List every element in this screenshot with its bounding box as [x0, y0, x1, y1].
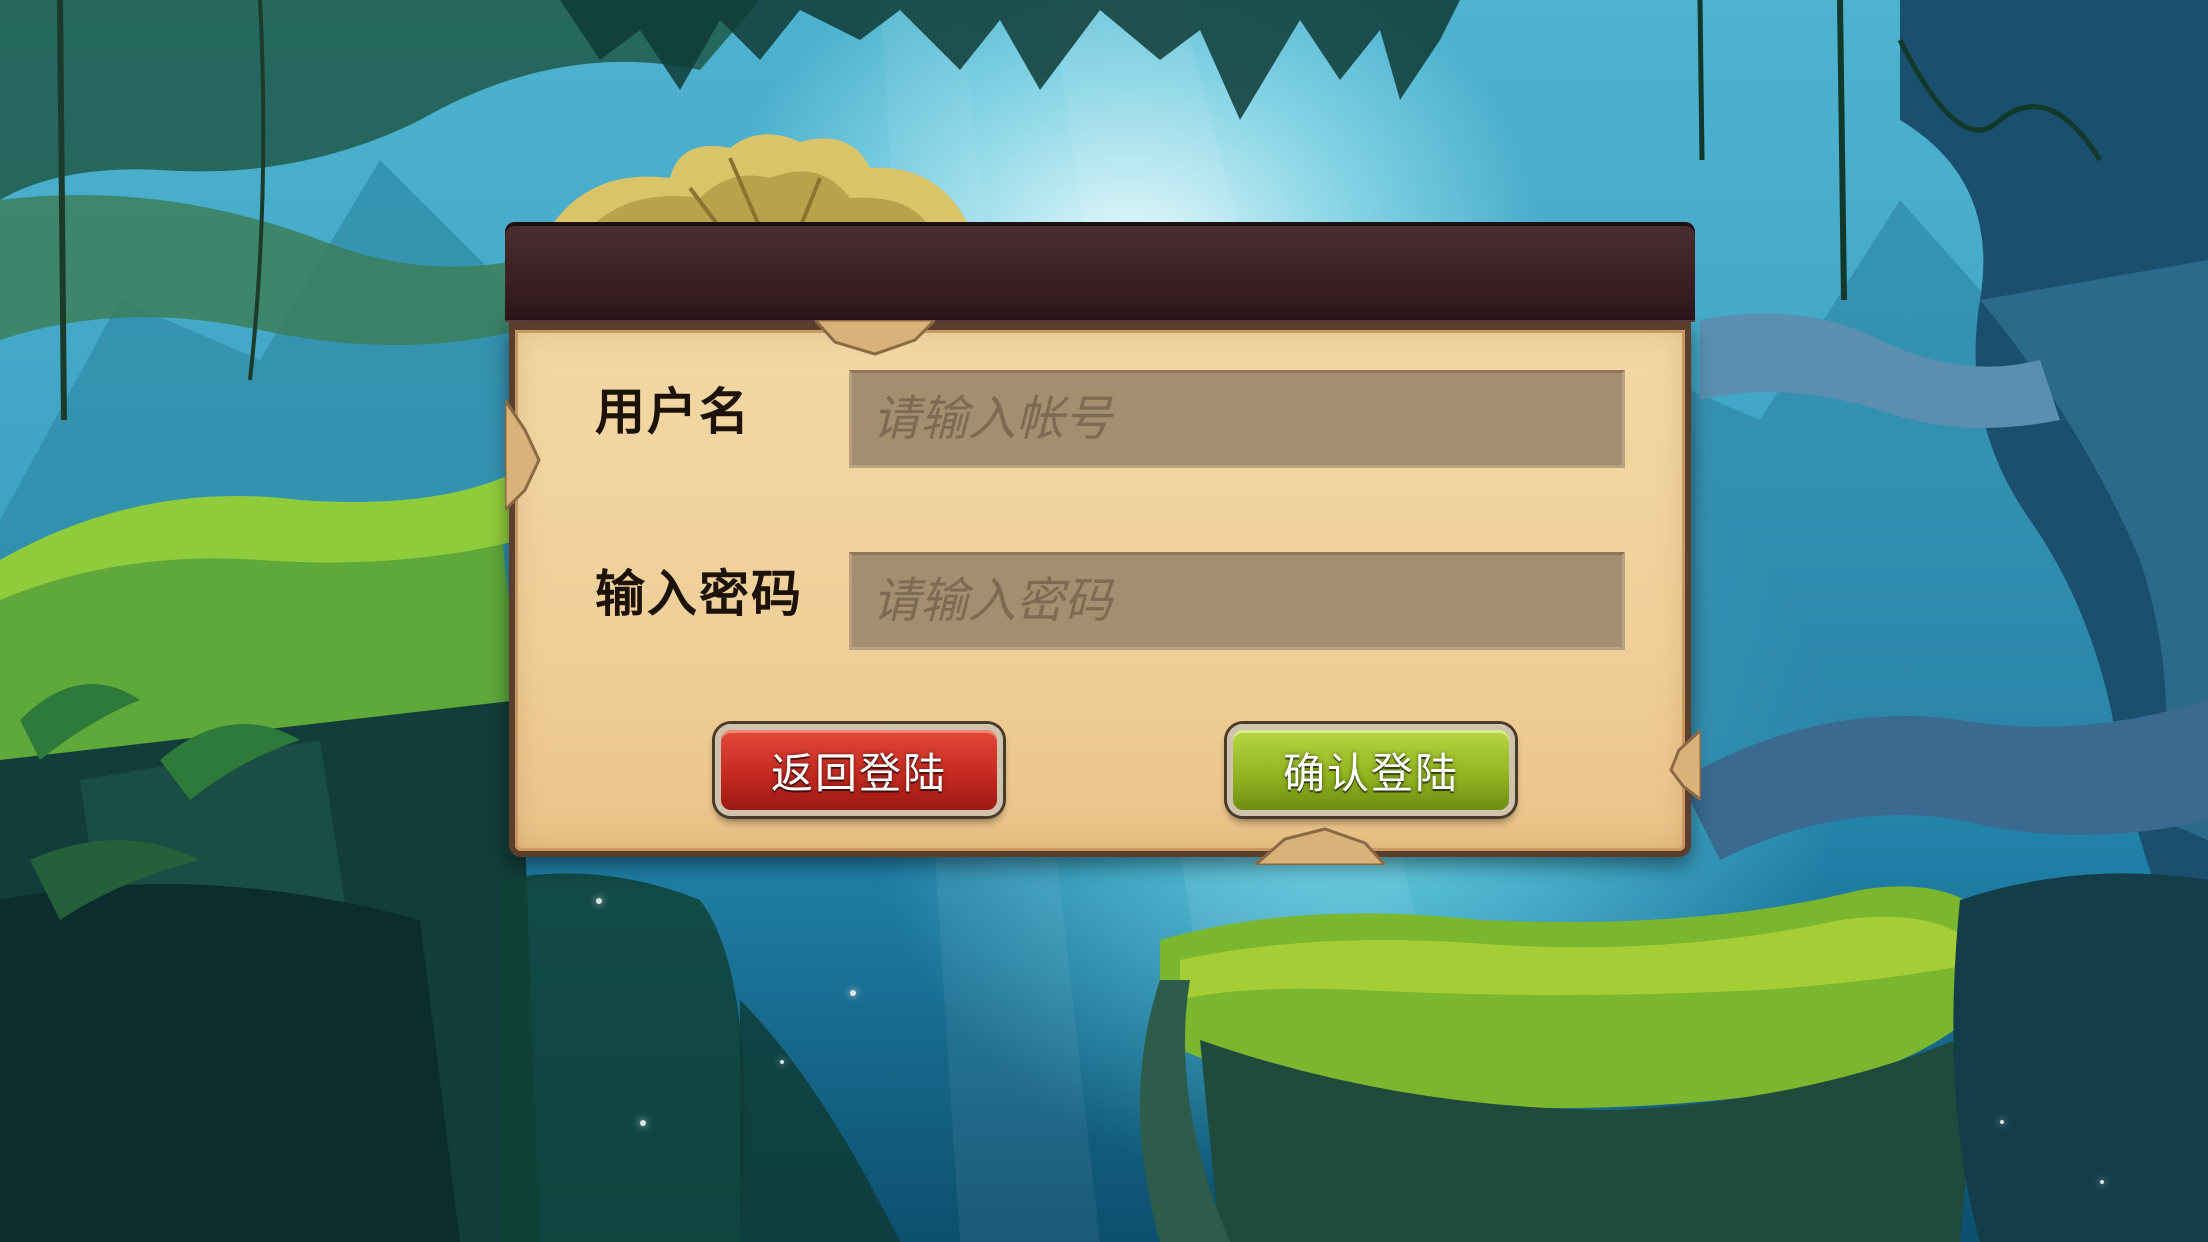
confirm-login-label: 确认登陆	[1282, 748, 1459, 798]
rock-notch-top	[815, 320, 935, 356]
confirm-login-button[interactable]: 确认登陆	[1227, 724, 1515, 816]
username-label: 用户名	[595, 383, 751, 441]
password-input[interactable]	[849, 552, 1625, 650]
username-input[interactable]	[849, 370, 1625, 468]
password-label: 输入密码	[595, 565, 803, 623]
rock-notch-bottom	[1255, 827, 1385, 865]
rock-notch-left	[505, 400, 541, 510]
dialog-header	[505, 222, 1695, 322]
back-to-login-label: 返回登陆	[770, 748, 947, 798]
rock-notch-right	[1669, 730, 1701, 800]
back-to-login-button[interactable]: 返回登陆	[715, 724, 1003, 816]
login-dialog: 用户名 输入密码 返回登陆 确认登陆	[505, 222, 1701, 867]
dialog-body: 用户名 输入密码 返回登陆 确认登陆	[505, 320, 1701, 865]
